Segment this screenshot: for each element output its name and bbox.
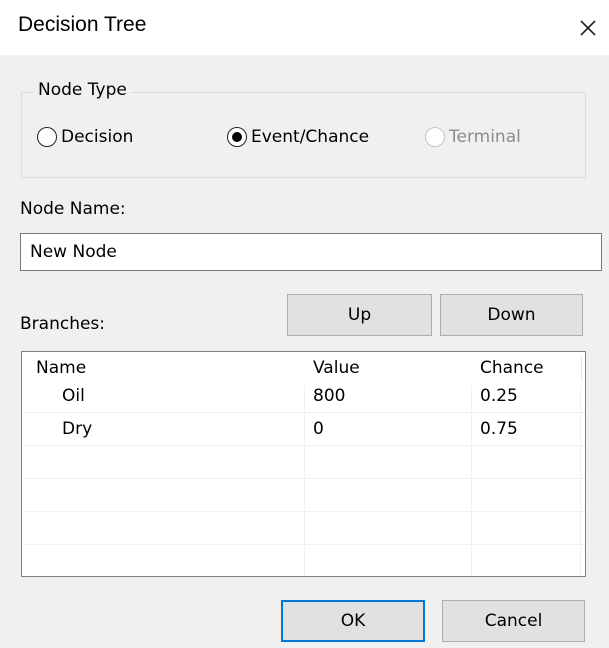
- title-bar: Decision Tree: [0, 0, 609, 55]
- cancel-button[interactable]: Cancel: [442, 600, 585, 642]
- header-separator: [581, 356, 582, 382]
- column-divider: [304, 385, 305, 576]
- row-chance-cell[interactable]: 0.75: [480, 413, 518, 446]
- radio-terminal-label: Terminal: [449, 127, 521, 147]
- close-icon[interactable]: [576, 16, 600, 40]
- row-chance-cell[interactable]: 0.25: [480, 380, 518, 413]
- row-name-cell[interactable]: Oil: [62, 380, 85, 413]
- radio-event-chance[interactable]: Event/Chance: [227, 124, 369, 150]
- node-type-legend: Node Type: [34, 80, 131, 100]
- ok-button[interactable]: OK: [281, 600, 425, 642]
- radio-event-chance-label: Event/Chance: [251, 127, 370, 147]
- radio-decision[interactable]: Decision: [37, 124, 133, 150]
- radio-terminal-circle: [425, 127, 445, 147]
- radio-decision-circle[interactable]: [37, 127, 57, 147]
- up-button[interactable]: Up: [287, 294, 432, 336]
- column-divider: [471, 385, 472, 576]
- window-title: Decision Tree: [18, 13, 147, 36]
- column-divider: [580, 385, 581, 576]
- radio-terminal: Terminal: [425, 124, 521, 150]
- down-button[interactable]: Down: [440, 294, 583, 336]
- branches-label: Branches:: [20, 314, 106, 334]
- branches-table[interactable]: Name Value Chance Oil 800 0.25 Dry 0 0.7…: [21, 351, 586, 577]
- radio-decision-label: Decision: [61, 127, 134, 147]
- row-name-cell[interactable]: Dry: [62, 413, 92, 446]
- node-name-input[interactable]: [20, 233, 602, 271]
- node-name-label: Node Name:: [20, 199, 126, 219]
- row-value-cell[interactable]: 800: [313, 380, 345, 413]
- row-value-cell[interactable]: 0: [313, 413, 324, 446]
- radio-event-chance-circle[interactable]: [227, 127, 247, 147]
